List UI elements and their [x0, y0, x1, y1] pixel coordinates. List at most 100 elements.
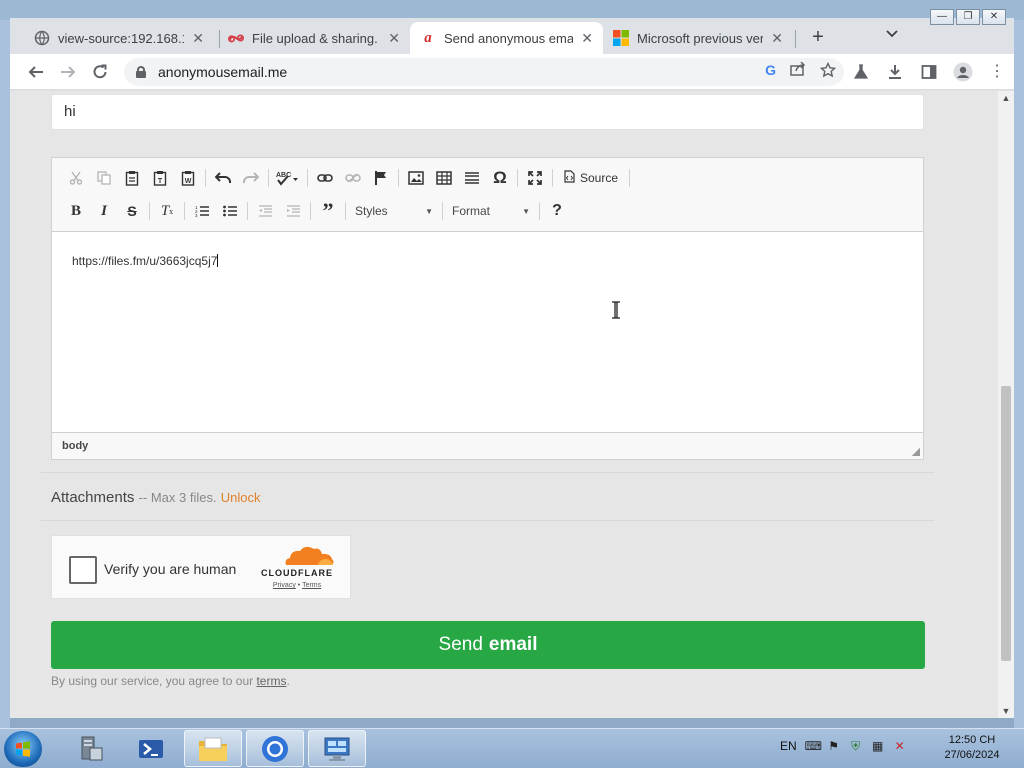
- copy-icon[interactable]: [90, 165, 118, 191]
- close-tab-icon[interactable]: ✕: [388, 30, 400, 47]
- profile-avatar-icon[interactable]: [952, 60, 974, 84]
- close-tab-icon[interactable]: ✕: [771, 30, 783, 47]
- italic-icon[interactable]: I: [90, 198, 118, 224]
- language-indicator[interactable]: EN: [780, 739, 797, 753]
- reload-icon[interactable]: [88, 60, 112, 84]
- back-arrow-icon[interactable]: [24, 60, 48, 84]
- close-window-icon[interactable]: ✕: [982, 9, 1006, 25]
- remove-format-icon[interactable]: Tx: [153, 198, 181, 224]
- terms-notice: By using our service, you agree to our t…: [51, 674, 290, 688]
- terms-link[interactable]: Terms: [302, 582, 321, 589]
- terms-link[interactable]: terms: [256, 674, 286, 688]
- restore-icon[interactable]: ❐: [956, 9, 980, 25]
- tab-search-chevron-icon[interactable]: [886, 26, 898, 41]
- paste-icon[interactable]: [118, 165, 146, 191]
- chrome-icon[interactable]: [246, 730, 304, 767]
- keyboard-icon[interactable]: ⌨: [805, 739, 822, 753]
- google-icon[interactable]: G: [765, 62, 776, 81]
- verify-label: Verify you are human: [104, 561, 237, 577]
- message-text[interactable]: https://files.fm/u/3663jcq5j7: [72, 254, 217, 268]
- element-path[interactable]: body: [62, 440, 88, 452]
- scroll-down-arrow-icon[interactable]: ▼: [998, 706, 1014, 716]
- tab-title: File upload & sharing. S: [252, 30, 381, 46]
- minimize-icon[interactable]: —: [930, 9, 954, 25]
- network-icon[interactable]: ▦: [871, 739, 885, 753]
- send-label: Send: [438, 634, 483, 655]
- paste-from-word-icon[interactable]: W: [174, 165, 202, 191]
- scroll-up-arrow-icon[interactable]: ▲: [998, 93, 1014, 103]
- paste-text-icon[interactable]: T: [146, 165, 174, 191]
- increase-indent-icon[interactable]: [279, 198, 307, 224]
- section-divider: [41, 520, 934, 521]
- browser-window: view-source:192.168.1.1 ✕ File upload & …: [10, 18, 1014, 718]
- cloudflare-cloud-icon: [285, 546, 334, 565]
- new-tab-icon[interactable]: +: [806, 26, 830, 49]
- start-button[interactable]: [4, 731, 42, 767]
- labs-flask-icon[interactable]: [850, 60, 872, 84]
- tab-title: view-source:192.168.1.1: [58, 30, 184, 46]
- tab-file-upload[interactable]: File upload & sharing. S ✕: [218, 22, 410, 54]
- redo-icon[interactable]: [237, 165, 265, 191]
- help-question-icon[interactable]: ?: [543, 198, 571, 224]
- tab-send-anonymous-email[interactable]: a Send anonymous email ✕: [410, 22, 603, 54]
- format-dropdown[interactable]: Format ▼: [446, 199, 536, 223]
- resize-handle-icon[interactable]: [912, 448, 920, 456]
- share-icon[interactable]: [790, 61, 806, 81]
- tab-view-source[interactable]: view-source:192.168.1.1 ✕: [24, 22, 214, 54]
- anchor-flag-icon[interactable]: [367, 165, 395, 191]
- side-panel-icon[interactable]: [918, 60, 940, 84]
- address-bar[interactable]: anonymousemail.me G: [124, 58, 844, 86]
- svg-text:T: T: [158, 178, 163, 185]
- page-scrollbar[interactable]: ▲ ▼: [998, 91, 1014, 718]
- close-tab-icon[interactable]: ✕: [192, 30, 204, 47]
- undo-icon[interactable]: [209, 165, 237, 191]
- close-tab-icon[interactable]: ✕: [581, 30, 593, 47]
- menu-kebab-icon[interactable]: ⋮: [986, 60, 1008, 84]
- clock[interactable]: 12:50 CH 27/06/2024: [936, 733, 1008, 763]
- strikethrough-icon[interactable]: S: [118, 198, 146, 224]
- spellcheck-icon[interactable]: ABC: [272, 165, 304, 191]
- special-character-omega-icon[interactable]: Ω: [486, 165, 514, 191]
- message-editor: T W ABC Ω Source B I S T x 1 2 3 ” Style…: [51, 157, 924, 460]
- forward-arrow-icon[interactable]: [56, 60, 80, 84]
- privacy-link[interactable]: Privacy: [273, 582, 296, 589]
- filesfm-icon: [228, 30, 244, 46]
- remote-desktop-icon[interactable]: [308, 730, 366, 767]
- clock-time: 12:50 CH: [948, 734, 996, 746]
- maximize-icon[interactable]: [521, 165, 549, 191]
- scroll-thumb[interactable]: [1001, 386, 1011, 661]
- table-icon[interactable]: [430, 165, 458, 191]
- bold-icon[interactable]: B: [62, 198, 90, 224]
- download-icon[interactable]: [884, 60, 906, 84]
- subject-input[interactable]: hi: [51, 94, 924, 130]
- lock-icon[interactable]: [136, 66, 146, 78]
- numbered-list-icon[interactable]: 123: [188, 198, 216, 224]
- image-icon[interactable]: [402, 165, 430, 191]
- server-manager-icon[interactable]: [62, 730, 120, 767]
- link-separator: •: [297, 582, 301, 589]
- verify-checkbox[interactable]: [69, 556, 97, 584]
- bulleted-list-icon[interactable]: [216, 198, 244, 224]
- file-explorer-icon[interactable]: [184, 730, 242, 767]
- unlock-link[interactable]: Unlock: [221, 490, 261, 505]
- cut-icon[interactable]: [62, 165, 90, 191]
- decrease-indent-icon[interactable]: [251, 198, 279, 224]
- horizontal-rule-icon[interactable]: [458, 165, 486, 191]
- styles-dropdown[interactable]: Styles ▼: [349, 199, 439, 223]
- powershell-icon[interactable]: [122, 730, 180, 767]
- address-text[interactable]: anonymousemail.me: [158, 64, 287, 80]
- unlink-icon[interactable]: [339, 165, 367, 191]
- globe-icon: [34, 30, 50, 46]
- tab-microsoft[interactable]: Microsoft previous versi ✕: [603, 22, 793, 54]
- security-shield-icon[interactable]: ⛨: [849, 739, 863, 753]
- editor-body-text[interactable]: https://files.fm/u/3663jcq5j7: [72, 254, 219, 268]
- link-icon[interactable]: [311, 165, 339, 191]
- action-center-flag-icon[interactable]: ⚑: [827, 739, 841, 753]
- desktop-edge-left: [0, 20, 10, 728]
- send-email-button[interactable]: Send email: [51, 621, 925, 669]
- blockquote-icon[interactable]: ”: [314, 198, 342, 224]
- bookmark-star-icon[interactable]: [819, 61, 837, 81]
- volume-muted-icon[interactable]: ✕: [893, 739, 907, 753]
- system-tray: EN ⌨ ⚑ ⛨ ▦ ✕: [780, 739, 907, 753]
- source-button[interactable]: Source: [556, 165, 626, 191]
